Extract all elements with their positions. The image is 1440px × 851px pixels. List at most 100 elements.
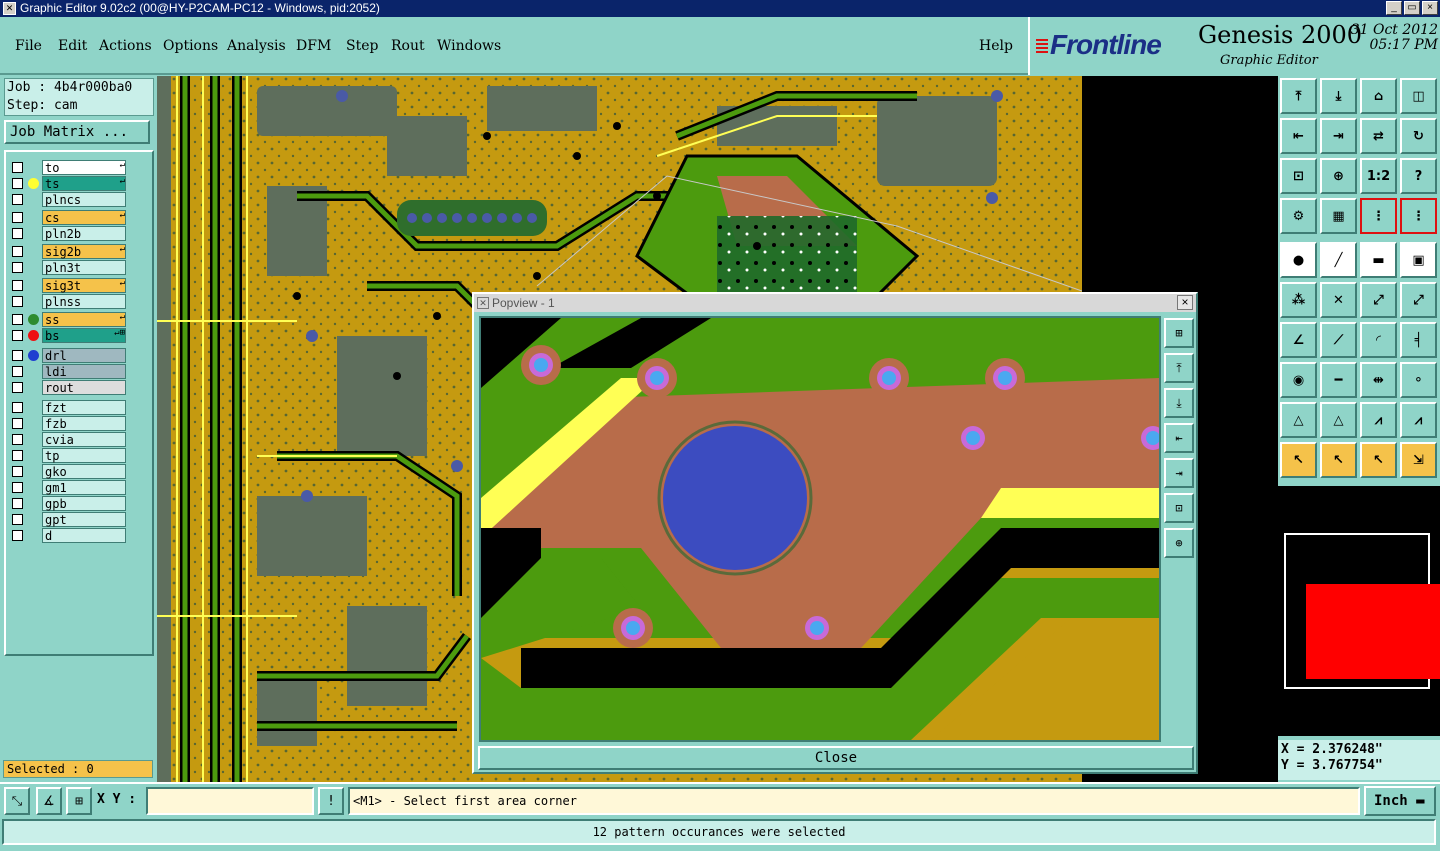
layer-name[interactable]: fzt (42, 400, 126, 415)
grid-toggle-icon[interactable]: ⊞ (66, 787, 92, 815)
menu-actions[interactable]: Actions (99, 38, 152, 54)
layer-row-ts[interactable]: ts ↵ (8, 176, 128, 191)
shape-alt-icon[interactable]: ⩘ (1400, 402, 1437, 438)
layer-name[interactable]: sig3t (42, 278, 126, 293)
layer-checkbox[interactable] (12, 246, 23, 257)
menu-dfm[interactable]: DFM (296, 38, 331, 54)
popview-up-icon[interactable]: ⤒ (1164, 353, 1194, 383)
pad-select-icon[interactable]: ◉ (1280, 362, 1317, 398)
layer-checkbox[interactable] (12, 382, 23, 393)
layer-row-gko[interactable]: gko (8, 464, 128, 479)
layer-name[interactable]: gm1 (42, 480, 126, 495)
layer-checkbox[interactable] (12, 434, 23, 445)
window-split-icon[interactable]: ◫ (1400, 78, 1437, 114)
measure-icon[interactable]: ⇹ (1360, 362, 1397, 398)
layer-name[interactable]: ldi (42, 364, 126, 379)
layer-name[interactable]: plncs (42, 192, 126, 207)
menu-help[interactable]: Help (979, 38, 1013, 54)
layer-name[interactable]: to (42, 160, 126, 175)
maximize-button[interactable]: ▭ (1404, 1, 1420, 15)
popview-down-icon[interactable]: ⤓ (1164, 388, 1194, 418)
layer-name[interactable]: sig2b (42, 244, 126, 259)
save-icon[interactable]: ⤓ (1320, 78, 1357, 114)
arc-icon[interactable]: ◜ (1360, 322, 1397, 358)
layer-row-bs[interactable]: bs ↵⊞ (8, 328, 128, 343)
popview-canvas[interactable] (479, 316, 1161, 742)
minimap[interactable] (1278, 486, 1440, 736)
zoom-fit-icon[interactable]: ⊡ (1280, 158, 1317, 194)
layer-name[interactable]: cvia (42, 432, 126, 447)
layer-row-gpt[interactable]: gpt (8, 512, 128, 527)
menu-step[interactable]: Step (346, 38, 378, 54)
layer-checkbox[interactable] (12, 498, 23, 509)
swap-icon[interactable]: ⇄ (1360, 118, 1397, 154)
close-window-button[interactable]: × (1422, 1, 1438, 15)
layer-checkbox[interactable] (12, 280, 23, 291)
layer-row-pln2b[interactable]: pln2b (8, 226, 128, 241)
measure-tool-icon[interactable]: ∡ (36, 787, 62, 815)
layer-name[interactable]: ss (42, 312, 126, 327)
connect-alt-icon[interactable]: ⤢ (1400, 282, 1437, 318)
home-icon[interactable]: ⌂ (1360, 78, 1397, 114)
layer-row-ldi[interactable]: ldi (8, 364, 128, 379)
redraw-icon[interactable]: ↻ (1400, 118, 1437, 154)
layer-checkbox[interactable] (12, 466, 23, 477)
layer-row-rout[interactable]: rout (8, 380, 128, 395)
cluster-icon[interactable]: ⚬ (1400, 362, 1437, 398)
pan-left-icon[interactable]: ⇤ (1280, 118, 1317, 154)
pan-right-icon[interactable]: ⇥ (1320, 118, 1357, 154)
layer-row-sig3t[interactable]: sig3t ↵ (8, 278, 128, 293)
layer-row-fzb[interactable]: fzb (8, 416, 128, 431)
zoom-window-icon[interactable]: ⤡ (4, 787, 30, 815)
menu-rout[interactable]: Rout (391, 38, 425, 54)
layer-checkbox[interactable] (12, 194, 23, 205)
layer-checkbox[interactable] (12, 350, 23, 361)
popview-close-button[interactable]: Close (478, 746, 1194, 770)
layer-row-fzt[interactable]: fzt (8, 400, 128, 415)
layer-checkbox[interactable] (12, 330, 23, 341)
menu-options[interactable]: Options (163, 38, 218, 54)
layer-checkbox[interactable] (12, 402, 23, 413)
layer-checkbox[interactable] (12, 162, 23, 173)
popview-right-icon[interactable]: ⇥ (1164, 458, 1194, 488)
popview-left-icon[interactable]: ⇤ (1164, 423, 1194, 453)
layer-row-d[interactable]: d (8, 528, 128, 543)
flip-icon[interactable]: ╡ (1400, 322, 1437, 358)
minimize-button[interactable]: _ (1386, 1, 1402, 15)
layer-checkbox[interactable] (12, 530, 23, 541)
trace-icon[interactable]: ━ (1320, 362, 1357, 398)
popview-zoom-icon[interactable]: ⊞ (1164, 318, 1194, 348)
open-icon[interactable]: ⤒ (1280, 78, 1317, 114)
layer-checkbox[interactable] (12, 228, 23, 239)
popview-center-icon[interactable]: ⊕ (1164, 528, 1194, 558)
layer-checkbox[interactable] (12, 296, 23, 307)
diagonal-icon[interactable]: ⟋ (1320, 322, 1357, 358)
angle-icon[interactable]: ∠ (1280, 322, 1317, 358)
job-matrix-button[interactable]: Job Matrix ... (4, 120, 150, 144)
pointer-icon[interactable]: ↖ (1280, 442, 1317, 478)
shape-icon[interactable]: ⩘ (1360, 402, 1397, 438)
snap-alt-icon[interactable]: ⋮ (1400, 198, 1437, 234)
settings-icon[interactable]: ⚙ (1280, 198, 1317, 234)
layer-row-tp[interactable]: tp (8, 448, 128, 463)
zoom-ratio-icon[interactable]: 1:2 (1360, 158, 1397, 194)
layer-row-to[interactable]: to ↵ (8, 160, 128, 175)
help-icon[interactable]: ? (1400, 158, 1437, 194)
pointer-net-icon[interactable]: ⇲ (1400, 442, 1437, 478)
layer-row-gpb[interactable]: gpb (8, 496, 128, 511)
alert-icon[interactable]: ! (318, 787, 344, 815)
cross-icon[interactable]: ✕ (1320, 282, 1357, 318)
ruler-icon[interactable]: ▬ (1360, 242, 1397, 278)
layer-row-pln3t[interactable]: pln3t (8, 260, 128, 275)
layer-row-drl[interactable]: drl (8, 348, 128, 363)
layer-name[interactable]: tp (42, 448, 126, 463)
net-icon[interactable]: ⁂ (1280, 282, 1317, 318)
menu-analysis[interactable]: Analysis (227, 38, 286, 54)
select-area-icon[interactable]: ▣ (1400, 242, 1437, 278)
add-pad-icon[interactable]: ● (1280, 242, 1317, 278)
menu-edit[interactable]: Edit (58, 38, 87, 54)
menu-file[interactable]: File (15, 38, 42, 54)
layer-row-ss[interactable]: ss ↵ (8, 312, 128, 327)
layer-row-cvia[interactable]: cvia (8, 432, 128, 447)
layer-name[interactable]: plnss (42, 294, 126, 309)
